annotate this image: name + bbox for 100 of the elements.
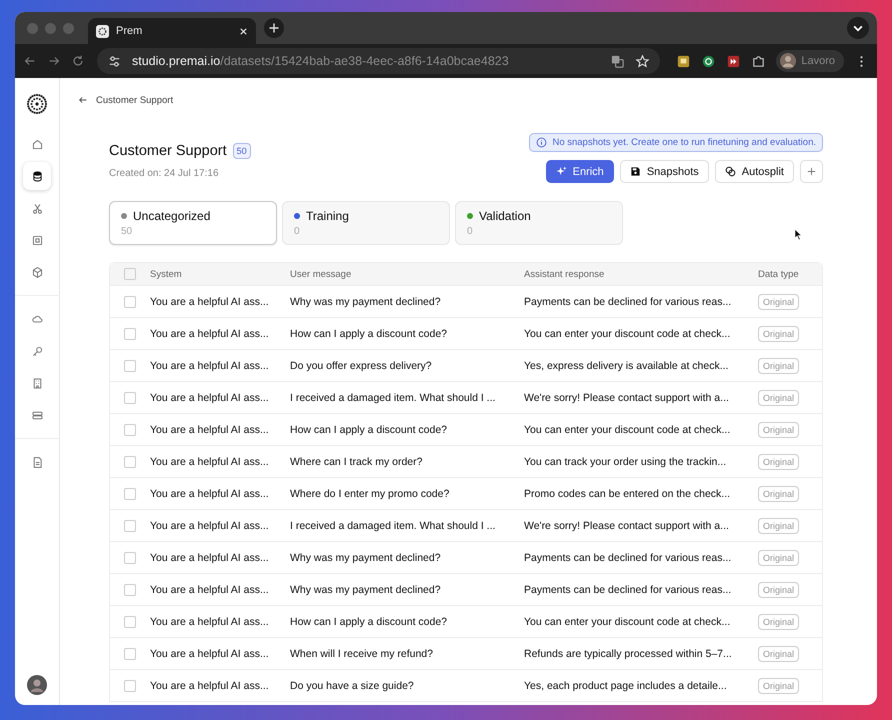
add-button[interactable] — [800, 160, 823, 183]
assistant-response-cell-text: Payments can be declined for various reas... — [524, 584, 732, 596]
sparkle-icon — [556, 166, 567, 177]
user-message-cell-text: I received a damaged item. What should I ... — [290, 520, 496, 532]
back-arrow-icon[interactable] — [78, 95, 88, 105]
database-icon — [30, 170, 44, 182]
data-type-tag: Original — [758, 390, 800, 406]
data-type-tag: Original — [758, 486, 800, 502]
system-cell-text: You are a helpful AI ass... — [150, 392, 270, 404]
split-button[interactable]: Autosplit — [714, 160, 794, 183]
extension-icon[interactable] — [701, 54, 716, 68]
table-row[interactable]: You are a helpful AI ass... How can I apply a discount code? You can enter your discount code at check... Original — [110, 413, 822, 445]
system-cell-text: You are a helpful AI ass... — [150, 584, 270, 596]
table-row[interactable]: You are a helpful AI ass... Where do I enter my promo code? Promo codes can be entered on the check... Original — [110, 477, 822, 509]
row-checkbox[interactable] — [124, 296, 136, 308]
system-cell-text: You are a helpful AI ass... — [150, 680, 270, 692]
logo-icon — [96, 24, 109, 38]
row-checkbox[interactable] — [124, 456, 136, 468]
table-row[interactable]: You are a helpful AI ass... When will I receive my refund? Refunds are typically processed within 5–7... Original — [110, 637, 822, 669]
browser-tab[interactable]: Prem — [88, 18, 256, 44]
dataset-title: Customer Support — [109, 143, 227, 159]
extension-icon[interactable] — [676, 54, 692, 68]
table-row[interactable]: You are a helpful AI ass... Do you have a size guide? Yes, each product page includes a detaile... Original — [110, 669, 822, 701]
breadcrumb-link[interactable]: Customer Support — [96, 94, 174, 106]
data-type-tag: Original — [758, 294, 800, 310]
data-type-tag: Original — [758, 646, 800, 662]
avatar-icon[interactable] — [27, 675, 47, 695]
row-checkbox[interactable] — [124, 552, 136, 564]
system-cell-text: You are a helpful AI ass... — [150, 456, 270, 468]
system-cell-text: You are a helpful AI ass... — [150, 296, 270, 308]
home-icon — [30, 138, 44, 150]
row-checkbox[interactable] — [124, 424, 136, 436]
data-type-tag: Original — [758, 518, 800, 534]
row-checkbox[interactable] — [124, 488, 136, 500]
user-message-cell-text: When will I receive my refund? — [290, 648, 434, 660]
assistant-response-cell-text: Payments can be declined for various reas... — [524, 296, 732, 308]
system-cell-text: You are a helpful AI ass... — [150, 424, 270, 436]
table-row[interactable]: You are a helpful AI ass... Why was my payment declined? Payments can be declined for various reas... Original — [110, 285, 822, 317]
new-tab-icon[interactable] — [264, 18, 284, 38]
user-message-cell-text: How can I apply a discount code? — [290, 424, 448, 436]
data-type-tag: Original — [758, 614, 800, 630]
extension-icon[interactable] — [726, 54, 742, 68]
table-row[interactable]: You are a helpful AI ass... I received a damaged item. What should I ... We're sorry! Please contact support with a... Original — [110, 381, 822, 413]
table-row[interactable]: You are a helpful AI ass... I received a damaged item. What should I ... We're sorry! Please contact support with a... Original — [110, 509, 822, 541]
row-checkbox[interactable] — [124, 360, 136, 372]
data-type-tag: Original — [758, 326, 800, 342]
category-tab[interactable]: Validation 0 — [455, 201, 623, 245]
assistant-response-cell-text: Refunds are typically processed within 5–7... — [524, 648, 733, 660]
row-checkbox[interactable] — [124, 520, 136, 532]
assistant-response-cell-text: Yes, express delivery is available at check... — [524, 360, 730, 372]
row-checkbox[interactable] — [124, 680, 136, 692]
system-cell-text: You are a helpful AI ass... — [150, 520, 270, 532]
database-nav-item[interactable] — [23, 162, 51, 190]
assistant-response-cell-text: Payments can be declined for various reas... — [524, 552, 732, 564]
user-message-cell-text: Why was my payment declined? — [290, 296, 442, 308]
row-checkbox[interactable] — [124, 392, 136, 404]
assistant-response-cell-text: We're sorry! Please contact support with a... — [524, 392, 730, 404]
row-checkbox[interactable] — [124, 616, 136, 628]
avatar-icon — [780, 53, 796, 69]
close-icon[interactable] — [239, 26, 248, 36]
column-header: System — [150, 268, 183, 280]
created-date: Created on: 24 Jul 17:16 — [109, 168, 220, 179]
select-all-checkbox[interactable] — [124, 268, 136, 280]
assistant-response-cell-text: You can enter your discount code at check... — [524, 424, 732, 436]
data-type-tag: Original — [758, 582, 800, 598]
table-row[interactable]: You are a helpful AI ass... How can I apply a discount code? You can enter your discount code at check... Original — [110, 605, 822, 637]
user-message-cell-text: Do you offer express delivery? — [290, 360, 433, 372]
sparkle-button[interactable]: Enrich — [546, 160, 614, 183]
table-row[interactable]: You are a helpful AI ass... Why was my payment declined? Payments can be declined for various reas... Original — [110, 573, 822, 605]
tune-icon[interactable] — [107, 54, 122, 68]
profile-button[interactable]: Lavoro — [776, 50, 844, 72]
cube-icon — [30, 266, 44, 278]
data-type-tag: Original — [758, 550, 800, 566]
address-bar[interactable]: studio.premai.io/datasets/15424bab-ae38-4eec-a8f6-14a0bcae4823 — [97, 48, 660, 74]
column-header: Assistant response — [524, 268, 606, 280]
user-message-cell-text: Where can I track my order? — [290, 456, 424, 468]
category-label: Training — [306, 209, 349, 223]
user-message-cell-text: I received a damaged item. What should I ... — [290, 392, 496, 404]
chevron-down-icon[interactable] — [847, 17, 869, 39]
row-checkbox[interactable] — [124, 648, 136, 660]
category-tab[interactable]: Uncategorized 50 — [109, 201, 277, 245]
row-checkbox[interactable] — [124, 584, 136, 596]
forward-icon[interactable] — [47, 54, 61, 68]
key-icon — [30, 344, 44, 358]
table-row[interactable]: You are a helpful AI ass... Do you offer express delivery? Yes, express delivery is available at check... Original — [110, 349, 822, 381]
star-icon[interactable] — [635, 54, 650, 68]
table-row[interactable]: You are a helpful AI ass... Where can I track my order? You can track your order using the trackin... Original — [110, 445, 822, 477]
user-message-cell-text: Why was my payment declined? — [290, 552, 442, 564]
floppy-button[interactable]: Snapshots — [620, 160, 709, 183]
reload-icon[interactable] — [71, 54, 85, 68]
translate-icon[interactable] — [610, 54, 626, 68]
assistant-response-cell-text: We're sorry! Please contact support with a... — [524, 520, 730, 532]
category-tab[interactable]: Training 0 — [282, 201, 450, 245]
user-message-cell-text: How can I apply a discount code? — [290, 616, 448, 628]
row-checkbox[interactable] — [124, 328, 136, 340]
back-icon[interactable] — [23, 54, 37, 68]
table-row[interactable]: You are a helpful AI ass... Why was my payment declined? Payments can be declined for various reas... Original — [110, 541, 822, 573]
table-row[interactable]: You are a helpful AI ass... How can I apply a discount code? You can enter your discount code at check... Original — [110, 317, 822, 349]
data-type-tag: Original — [758, 422, 800, 438]
logo-icon[interactable] — [25, 92, 49, 116]
